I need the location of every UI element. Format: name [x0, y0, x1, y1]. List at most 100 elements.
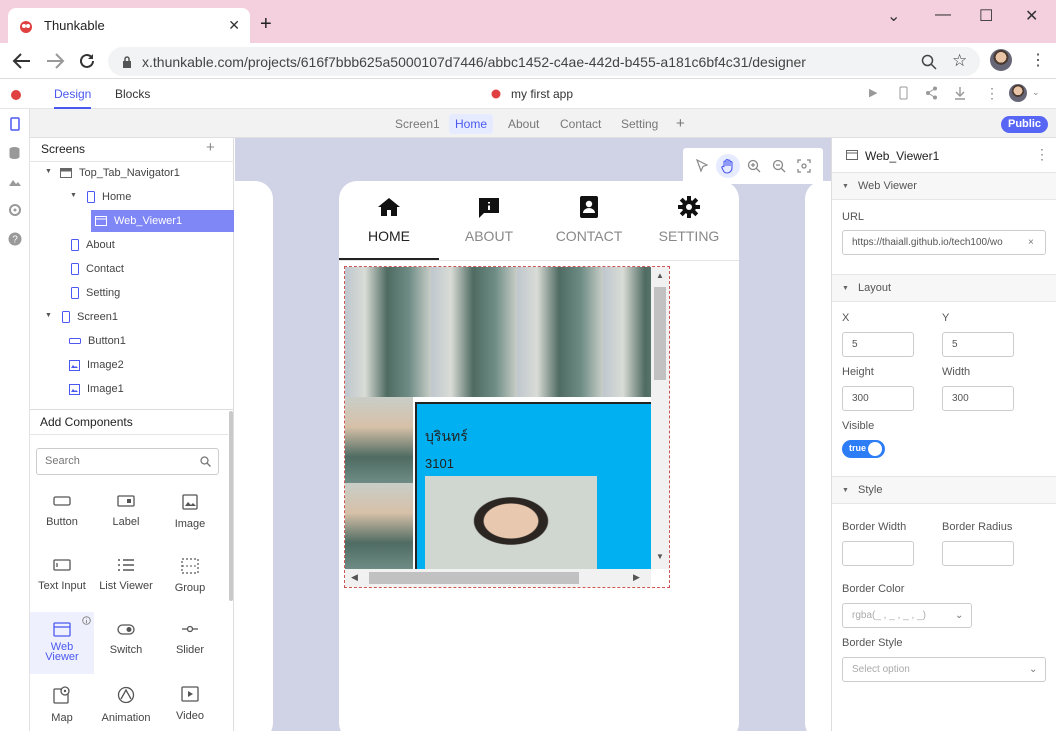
- info-icon[interactable]: [82, 616, 91, 625]
- width-input[interactable]: 300: [942, 386, 1014, 411]
- user-avatar[interactable]: [1009, 84, 1027, 102]
- device-preview-icon[interactable]: [899, 86, 908, 100]
- omnibox[interactable]: x.thunkable.com/projects/616f7bbb625a500…: [108, 47, 980, 76]
- zoom-in-icon[interactable]: [747, 159, 761, 173]
- url-input[interactable]: https://thaiall.github.io/tech100/wo ×: [842, 230, 1046, 255]
- component-search-box[interactable]: [36, 448, 219, 475]
- component-text-input[interactable]: Text Input: [30, 558, 94, 592]
- bookmark-star-icon[interactable]: ☆: [952, 51, 967, 71]
- web-viewer-frame[interactable]: บุรินทร์ 3101 ▲ ▼ ◀ ▶: [344, 266, 670, 588]
- collapse-caret-icon[interactable]: ▼: [45, 168, 52, 175]
- zoom-icon[interactable]: [921, 54, 937, 70]
- share-icon[interactable]: [925, 86, 938, 100]
- component-list-viewer[interactable]: List Viewer: [94, 558, 158, 592]
- new-tab-icon[interactable]: +: [260, 13, 272, 36]
- nav-tab-home[interactable]: HOME: [339, 181, 439, 261]
- border-color-picker[interactable]: rgba(_ , _ , _ , _) ⌄: [842, 603, 972, 628]
- design-canvas[interactable]: HOME ABOUT CONTACT SETTING บุรินทร์ 3101: [235, 138, 831, 731]
- component-slider[interactable]: Slider: [158, 622, 222, 656]
- help-icon[interactable]: ?: [8, 232, 22, 246]
- nav-tab-contact[interactable]: CONTACT: [539, 181, 639, 261]
- collapse-caret-icon[interactable]: ▼: [45, 312, 52, 319]
- border-width-input[interactable]: [842, 541, 914, 566]
- border-radius-input[interactable]: [942, 541, 1014, 566]
- component-animation[interactable]: Animation: [94, 686, 158, 724]
- screen-tab-screen1[interactable]: Screen1: [389, 114, 446, 134]
- vertical-scrollbar[interactable]: ▲ ▼: [651, 267, 669, 569]
- close-window-icon[interactable]: ✕: [1025, 6, 1038, 26]
- border-style-select[interactable]: Select option ⌄: [842, 657, 1046, 682]
- zoom-out-icon[interactable]: [772, 159, 786, 173]
- screen-tab-setting[interactable]: Setting: [615, 114, 664, 134]
- next-screen-preview[interactable]: [805, 181, 831, 731]
- tree-item-contact[interactable]: Contact: [71, 258, 124, 280]
- section-style[interactable]: ▼ Style: [832, 476, 1056, 504]
- maximize-icon[interactable]: ☐: [979, 6, 993, 26]
- designer-phone-icon[interactable]: [10, 117, 20, 131]
- horizontal-scrollbar[interactable]: ◀ ▶: [345, 569, 651, 587]
- hand-tool-button[interactable]: [716, 154, 740, 178]
- tree-item-about[interactable]: About: [71, 234, 115, 256]
- tab-design[interactable]: Design: [54, 87, 92, 109]
- tree-item-button1[interactable]: Button1: [69, 330, 126, 352]
- tree-item-web-viewer1[interactable]: Web_Viewer1: [91, 210, 234, 232]
- vertical-scroll-thumb[interactable]: [654, 287, 666, 380]
- component-switch[interactable]: Switch: [94, 622, 158, 656]
- chevron-down-icon[interactable]: ⌄: [1032, 87, 1040, 98]
- y-input[interactable]: 5: [942, 332, 1014, 357]
- component-search-input[interactable]: [45, 449, 195, 473]
- screen-tab-home[interactable]: Home: [449, 114, 494, 134]
- add-screen-icon[interactable]: +: [670, 114, 691, 134]
- component-group[interactable]: Group: [158, 558, 222, 594]
- profile-avatar[interactable]: [990, 49, 1012, 71]
- tree-item-image1[interactable]: Image1: [69, 378, 124, 400]
- x-input[interactable]: 5: [842, 332, 914, 357]
- browser-menu-icon[interactable]: ⋮: [1030, 50, 1046, 70]
- browser-tab[interactable]: Thunkable ✕: [8, 8, 250, 43]
- visible-toggle[interactable]: true: [842, 440, 885, 458]
- settings-icon[interactable]: [8, 203, 22, 217]
- minimize-icon[interactable]: —: [935, 6, 951, 24]
- panel-scrollbar[interactable]: [229, 411, 233, 601]
- tree-item-top-tab-navigator[interactable]: Top_Tab_Navigator1: [60, 162, 180, 184]
- play-icon[interactable]: ▶: [869, 86, 877, 99]
- component-map[interactable]: Map: [30, 686, 94, 724]
- fit-screen-icon[interactable]: [797, 159, 811, 173]
- chevron-down-icon: ⌄: [1029, 664, 1038, 675]
- tab-blocks[interactable]: Blocks: [115, 87, 150, 101]
- screen-tab-contact[interactable]: Contact: [554, 114, 607, 134]
- screen-tab-about[interactable]: About: [502, 114, 545, 134]
- more-icon[interactable]: ⋮: [985, 85, 999, 102]
- section-web-viewer[interactable]: ▼ Web Viewer: [832, 172, 1056, 200]
- nav-tab-about[interactable]: ABOUT: [439, 181, 539, 261]
- clear-url-icon[interactable]: ×: [1028, 231, 1034, 254]
- component-web-viewer[interactable]: Web Viewer: [30, 612, 94, 674]
- back-icon[interactable]: [12, 52, 32, 70]
- public-badge[interactable]: Public: [1001, 116, 1048, 133]
- close-tab-icon[interactable]: ✕: [228, 17, 240, 34]
- section-layout[interactable]: ▼ Layout: [832, 274, 1056, 302]
- tree-item-setting[interactable]: Setting: [71, 282, 120, 304]
- component-label-item[interactable]: Label: [94, 494, 158, 528]
- collapse-caret-icon[interactable]: ▼: [70, 192, 77, 199]
- assets-icon[interactable]: [8, 175, 22, 187]
- phone-preview[interactable]: HOME ABOUT CONTACT SETTING บุรินทร์ 3101: [339, 181, 739, 731]
- horizontal-scroll-thumb[interactable]: [369, 572, 579, 584]
- database-icon[interactable]: [8, 146, 21, 160]
- nav-tab-setting[interactable]: SETTING: [639, 181, 739, 261]
- add-screen-plus-icon[interactable]: +: [206, 139, 215, 156]
- component-video[interactable]: Video: [158, 686, 222, 722]
- tree-item-image2[interactable]: Image2: [69, 354, 124, 376]
- height-input[interactable]: 300: [842, 386, 914, 411]
- download-icon[interactable]: [954, 86, 966, 100]
- reload-icon[interactable]: [78, 52, 96, 70]
- component-menu-icon[interactable]: ⋮: [1035, 146, 1049, 163]
- tree-item-screen1[interactable]: Screen1: [62, 306, 118, 328]
- forward-icon[interactable]: [45, 52, 65, 70]
- tree-item-home[interactable]: Home: [87, 186, 131, 208]
- tab-search-icon[interactable]: ⌄: [887, 6, 900, 26]
- select-pointer-icon[interactable]: [696, 159, 708, 173]
- component-image[interactable]: Image: [158, 494, 222, 530]
- previous-screen-preview[interactable]: [235, 181, 273, 731]
- component-button[interactable]: Button: [30, 494, 94, 528]
